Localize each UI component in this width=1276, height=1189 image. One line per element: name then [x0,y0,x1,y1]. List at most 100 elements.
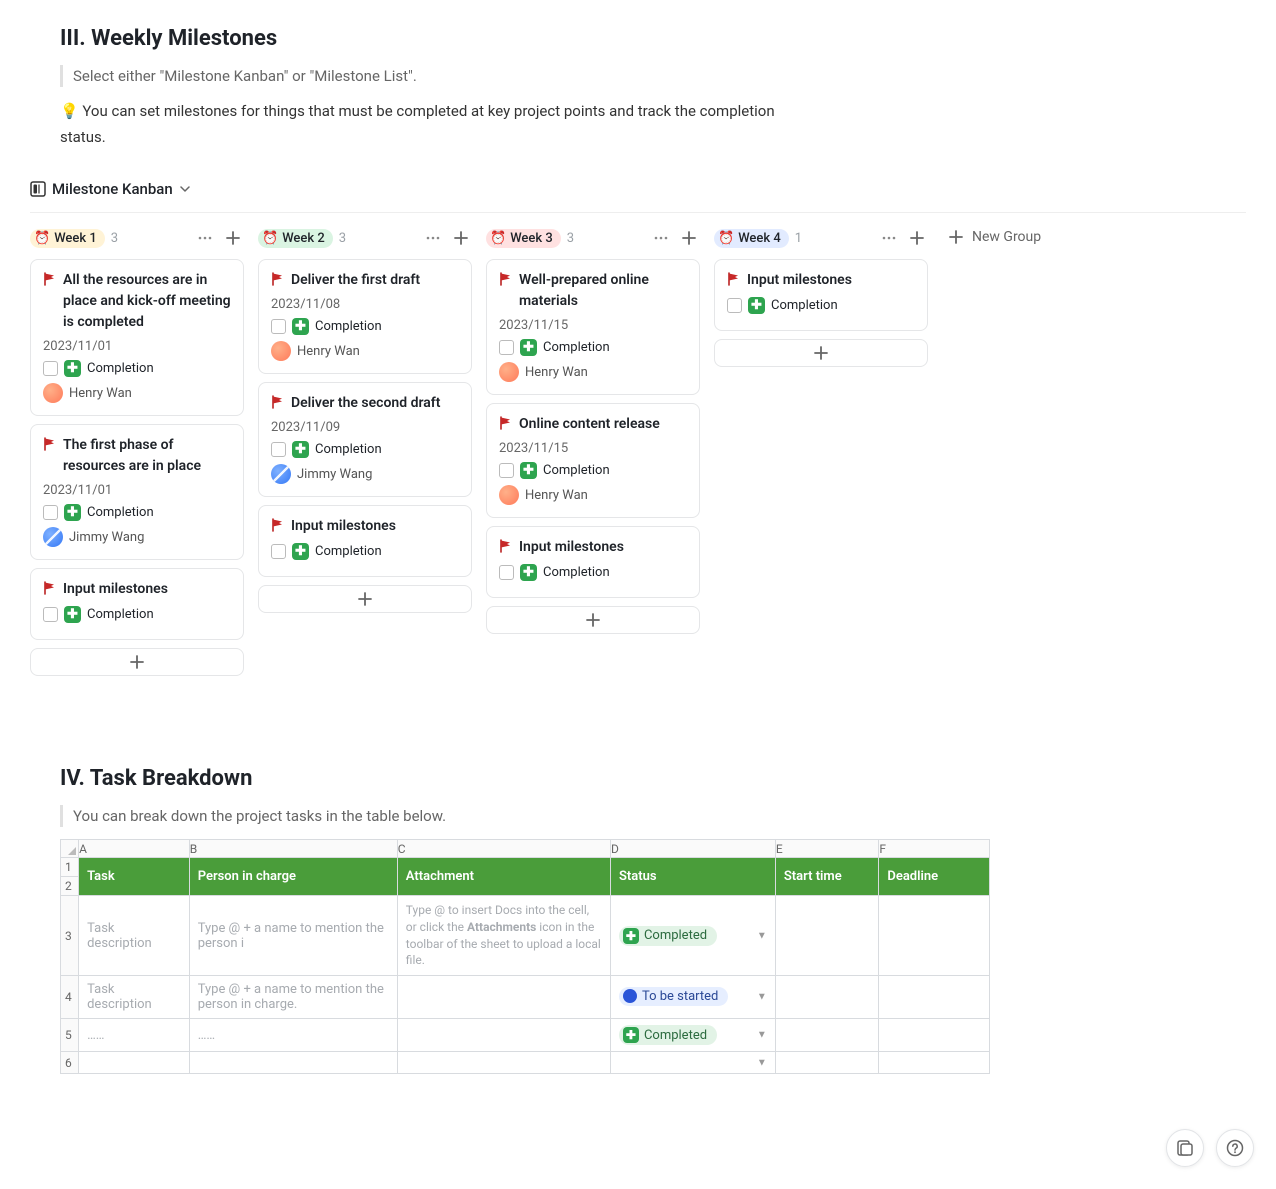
person-cell[interactable]: …… [189,1019,397,1052]
avatar [271,341,291,361]
attachment-cell[interactable]: Type @ to insert Docs into the cell, or … [397,896,610,976]
attachment-cell[interactable] [397,1019,610,1052]
col-letter[interactable]: C [397,840,610,858]
week-badge[interactable]: ⏰Week 4 [714,229,789,248]
column-more-button[interactable] [422,227,444,249]
kanban-card[interactable]: Input milestones✚Completion [30,568,244,640]
row-num[interactable]: 4 [61,976,79,1019]
kanban-card[interactable]: Online content release2023/11/15✚Complet… [486,403,700,518]
status-cell[interactable]: ✚ Completed ▼ [610,896,775,976]
row-num[interactable]: 5 [61,1019,79,1052]
status-completed-pill[interactable]: ✚ Completed [619,926,717,946]
column-count: 3 [339,231,346,246]
col-letter[interactable]: B [189,840,397,858]
deadline-cell[interactable] [879,896,990,976]
card-title: All the resources are in place and kick-… [63,270,231,333]
kanban-card[interactable]: Deliver the second draft2023/11/09✚Compl… [258,382,472,497]
kanban-card[interactable]: All the resources are in place and kick-… [30,259,244,416]
completion-checkbox[interactable] [43,607,58,622]
status-tobestarted-pill[interactable]: To be started [619,987,728,1006]
column-add-button[interactable] [222,227,244,249]
sheet-corner[interactable] [61,840,79,858]
dropdown-arrow-icon[interactable]: ▼ [757,930,767,941]
column-more-button[interactable] [878,227,900,249]
kanban-card[interactable]: Input milestones✚Completion [486,526,700,598]
completion-checkbox[interactable] [499,463,514,478]
week-badge[interactable]: ⏰Week 3 [486,229,561,248]
task-cell[interactable]: Task description [79,976,190,1019]
column-add-button[interactable] [450,227,472,249]
person-cell[interactable]: Type @ + a name to mention the person in… [189,976,397,1019]
column-header: ⏰Week 41 [714,227,928,249]
row-num[interactable]: 2 [61,877,79,896]
column-add-button[interactable] [906,227,928,249]
start-cell[interactable] [775,976,879,1019]
start-cell[interactable] [775,1052,879,1074]
add-card-button[interactable] [486,606,700,634]
table-row[interactable]: 6 ▼ [61,1052,990,1074]
completion-checkbox[interactable] [499,565,514,580]
view-switch[interactable]: Milestone Kanban [30,170,1246,208]
status-cell[interactable]: To be started ▼ [610,976,775,1019]
card-title: Online content release [519,414,660,435]
column-more-button[interactable] [650,227,672,249]
kanban-card[interactable]: Input milestones✚Completion [714,259,928,331]
status-completed-pill[interactable]: ✚ Completed [619,1025,717,1045]
status-cell[interactable]: ▼ [610,1052,775,1074]
completion-checkbox[interactable] [43,505,58,520]
column-add-button[interactable] [678,227,700,249]
week-badge[interactable]: ⏰Week 2 [258,229,333,248]
completion-checkbox[interactable] [271,319,286,334]
completion-checkbox[interactable] [727,298,742,313]
status-cell[interactable]: ✚ Completed ▼ [610,1019,775,1052]
column-more-button[interactable] [194,227,216,249]
completion-label: Completion [543,340,610,355]
dropdown-arrow-icon[interactable]: ▼ [757,1057,767,1068]
card-date: 2023/11/15 [499,318,687,333]
completion-checkbox[interactable] [271,442,286,457]
task-cell[interactable] [79,1052,190,1074]
task-cell[interactable]: Task description [79,896,190,976]
template-button[interactable] [1166,1129,1204,1167]
row-num[interactable]: 3 [61,896,79,976]
start-cell[interactable] [775,1019,879,1052]
new-group-button[interactable]: New Group [942,227,1047,247]
add-card-button[interactable] [30,648,244,676]
attachment-cell[interactable] [397,976,610,1019]
col-letter[interactable]: E [775,840,879,858]
help-button[interactable] [1216,1129,1254,1167]
col-letter[interactable]: D [610,840,775,858]
deadline-cell[interactable] [879,976,990,1019]
kanban-card[interactable]: Well-prepared online materials2023/11/15… [486,259,700,395]
table-row[interactable]: 5 …… …… ✚ Completed ▼ [61,1019,990,1052]
start-cell[interactable] [775,896,879,976]
row-num[interactable]: 1 [61,858,79,877]
task-table[interactable]: A B C D E F 1 Task Person in charge Atta… [60,839,990,1074]
completion-checkbox[interactable] [271,544,286,559]
add-card-button[interactable] [714,339,928,367]
assignee-name: Henry Wan [525,488,588,503]
table-row[interactable]: 3 Task description Type @ + a name to me… [61,896,990,976]
row-num[interactable]: 6 [61,1052,79,1074]
col-letter[interactable]: A [79,840,190,858]
person-cell[interactable]: Type @ + a name to mention the person i [189,896,397,976]
kanban-card[interactable]: Input milestones✚Completion [258,505,472,577]
kanban-card[interactable]: Deliver the first draft2023/11/08✚Comple… [258,259,472,374]
completion-label: Completion [315,319,382,334]
dropdown-arrow-icon[interactable]: ▼ [757,992,767,1003]
task-cell[interactable]: …… [79,1019,190,1052]
attachment-cell[interactable] [397,1052,610,1074]
dropdown-arrow-icon[interactable]: ▼ [757,1030,767,1041]
completion-checkbox[interactable] [43,361,58,376]
kanban-board: ⏰Week 1 3 All the resources are in place a… [30,213,1246,686]
table-row[interactable]: 4 Task description Type @ + a name to me… [61,976,990,1019]
deadline-cell[interactable] [879,1019,990,1052]
alarm-icon: ⏰ [490,231,506,246]
col-letter[interactable]: F [879,840,990,858]
deadline-cell[interactable] [879,1052,990,1074]
person-cell[interactable] [189,1052,397,1074]
week-badge[interactable]: ⏰Week 1 [30,229,105,248]
add-card-button[interactable] [258,585,472,613]
kanban-card[interactable]: The first phase of resources are in plac… [30,424,244,560]
completion-checkbox[interactable] [499,340,514,355]
